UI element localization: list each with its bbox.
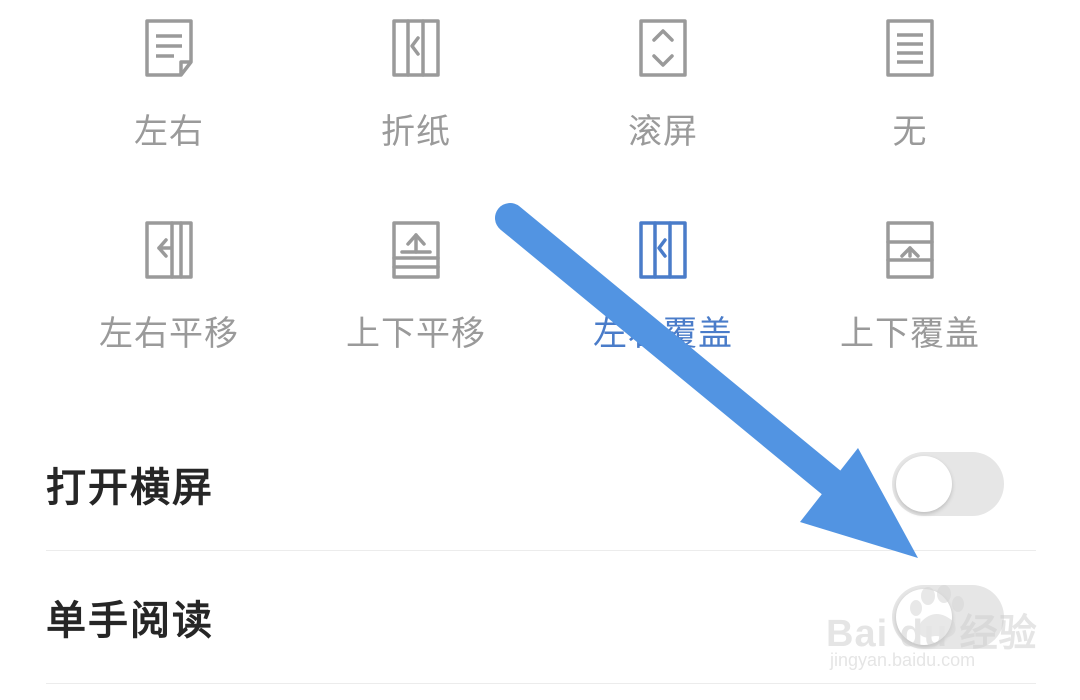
reading-settings-panel: 左右 折纸 滚屏 无 左右平移 上下平移 左右覆盖 上下覆盖 打开横屏 单手阅读… (0, 0, 1080, 700)
mode-label: 左右覆盖 (593, 314, 733, 354)
fold-icon (388, 18, 444, 78)
setting-row-one-hand: 单手阅读 (46, 551, 1036, 684)
landscape-toggle[interactable] (892, 452, 1004, 516)
mode-option-horizontal-cover[interactable]: 左右覆盖 (563, 220, 763, 354)
landscape-label: 打开横屏 (46, 465, 214, 511)
mode-label: 左右 (134, 112, 204, 152)
one-hand-reading-label: 单手阅读 (46, 598, 214, 644)
mode-label: 上下平移 (346, 314, 486, 354)
mode-label: 上下覆盖 (840, 314, 980, 354)
mode-label: 滚屏 (628, 112, 698, 152)
horizontal-slide-icon (141, 220, 197, 280)
setting-row-landscape: 打开横屏 (46, 418, 1036, 551)
mode-option-fold[interactable]: 折纸 (316, 18, 516, 152)
mode-label: 无 (892, 112, 928, 152)
vertical-cover-icon (882, 220, 938, 280)
one-hand-reading-toggle[interactable] (892, 585, 1004, 649)
page-turn-mode-grid: 左右 折纸 滚屏 无 左右平移 上下平移 左右覆盖 上下覆盖 (0, 0, 1080, 380)
mode-option-horizontal-slide[interactable]: 左右平移 (69, 220, 269, 354)
mode-label: 折纸 (381, 112, 451, 152)
mode-option-vertical-slide[interactable]: 上下平移 (316, 220, 516, 354)
mode-label: 左右平移 (99, 314, 239, 354)
mode-option-scroll[interactable]: 滚屏 (563, 18, 763, 152)
mode-option-none[interactable]: 无 (810, 18, 1010, 152)
toggle-knob (896, 456, 952, 512)
no-effect-icon (882, 18, 938, 78)
page-curl-icon (141, 18, 197, 78)
vertical-slide-icon (388, 220, 444, 280)
mode-option-vertical-cover[interactable]: 上下覆盖 (810, 220, 1010, 354)
horizontal-cover-icon (635, 220, 691, 280)
mode-option-page-curl[interactable]: 左右 (69, 18, 269, 152)
scroll-icon (635, 18, 691, 78)
toggle-knob (896, 589, 952, 645)
